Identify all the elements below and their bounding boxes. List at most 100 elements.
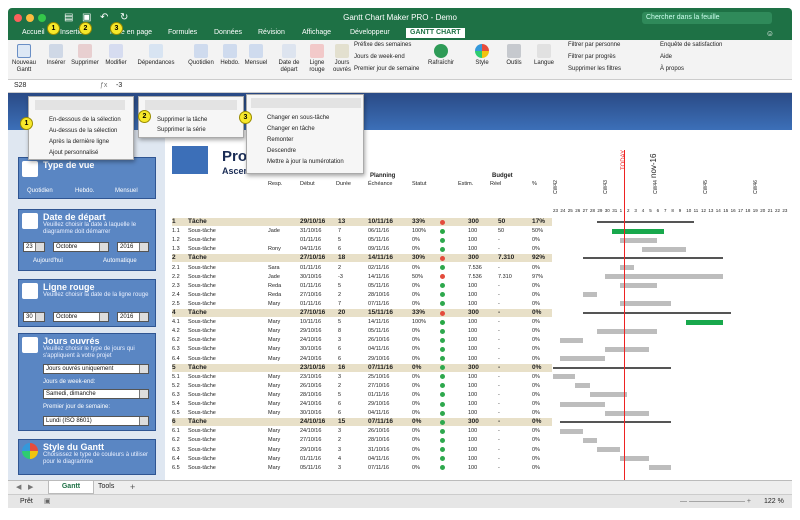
task-bar[interactable]: [553, 374, 576, 380]
red-line-year-select[interactable]: 2016: [117, 312, 149, 322]
insert-below-item[interactable]: En-dessous de la sélection: [49, 117, 121, 123]
start-month-select[interactable]: Octobre: [53, 242, 109, 252]
task-bar[interactable]: [686, 319, 724, 325]
monthly-view-button[interactable]: Mensuel: [242, 44, 270, 67]
task-bar[interactable]: [582, 437, 598, 443]
task-bar[interactable]: [582, 292, 598, 298]
subtask-row[interactable]: 6.1 Sous-tâche Mary 24/10/16 3 26/10/16 0% 100 -…: [172, 427, 552, 435]
delete-series-item[interactable]: Supprimer la série: [157, 127, 206, 133]
task-bar[interactable]: [641, 246, 687, 252]
start-day-select[interactable]: 23: [23, 242, 45, 252]
tab-formules[interactable]: Formules: [168, 29, 197, 36]
subtask-row[interactable]: 5.4 Sous-tâche Mary 24/10/16 6 29/10/16 0% 100 -…: [172, 400, 552, 408]
subtask-row[interactable]: 1.3 Sous-tâche Rony 04/11/16 6 09/11/16 0% 100 -…: [172, 245, 552, 253]
tab-affichage[interactable]: Affichage: [302, 29, 331, 36]
task-bar[interactable]: [604, 410, 650, 416]
red-line-month-select[interactable]: Octobre: [53, 312, 109, 322]
today-button[interactable]: Aujourd'hui: [33, 258, 63, 264]
move-up-item[interactable]: Remonter: [267, 137, 293, 143]
survey-link[interactable]: Enquête de satisfaction: [660, 42, 722, 48]
start-date-button[interactable]: Date de départ: [274, 44, 304, 74]
task-bar[interactable]: [560, 356, 605, 361]
insert-after-last-item[interactable]: Après la dernière ligne: [49, 139, 109, 145]
subtask-row[interactable]: 5.2 Sous-tâche Mary 26/10/16 2 27/10/16 0% 100 -…: [172, 382, 552, 390]
delete-task-item[interactable]: Supprimer la tâche: [157, 117, 207, 123]
insert-above-item[interactable]: Au-dessus de la sélection: [49, 128, 117, 134]
tab-revision[interactable]: Révision: [258, 29, 285, 36]
summary-bar[interactable]: [582, 312, 731, 314]
subtask-row[interactable]: 2.2 Sous-tâche Jade 30/10/16 -3 14/11/16 50% 7.…: [172, 273, 552, 281]
change-to-task-item[interactable]: Changer en tâche: [267, 126, 315, 132]
smiley-icon[interactable]: ☺: [766, 29, 774, 38]
macro-icon[interactable]: ▣: [44, 497, 51, 505]
prev-sheet-icon[interactable]: ◀: [16, 483, 21, 491]
summary-bar[interactable]: [560, 421, 672, 424]
daily-view-option[interactable]: Quotidien: [27, 188, 53, 194]
task-bar[interactable]: [649, 465, 672, 471]
modify-button[interactable]: Modifier: [102, 44, 130, 67]
week-prefix-menu[interactable]: Préfixe des semaines: [354, 42, 411, 48]
red-line-button[interactable]: Ligne rouge: [306, 44, 328, 74]
task-bar[interactable]: [619, 283, 657, 289]
task-row[interactable]: 2 Tâche 27/10/16 18 14/11/16 30% 300 7.310 92%: [172, 254, 552, 263]
subtask-row[interactable]: 2.1 Sous-tâche Sara 01/11/16 2 02/11/16 0% 7.53…: [172, 264, 552, 272]
help-link[interactable]: Aide: [660, 54, 672, 60]
task-bar[interactable]: [604, 346, 650, 352]
sheet-tab-tools[interactable]: Tools: [98, 483, 114, 490]
subtask-row[interactable]: 1.1 Sous-tâche Jade 31/10/16 7 06/11/16 100% 10…: [172, 227, 552, 235]
subtask-row[interactable]: 2.5 Sous-tâche Mary 01/11/16 7 07/11/16 0% 100 -…: [172, 300, 552, 308]
task-bar[interactable]: [604, 274, 724, 280]
task-bar[interactable]: [619, 237, 657, 243]
custom-insert-item[interactable]: Ajout personnalisé: [49, 150, 98, 156]
subtask-row[interactable]: 2.4 Sous-tâche Reda 27/10/16 2 28/10/16 0% 100 -…: [172, 291, 552, 299]
tab-accueil[interactable]: Accueil: [22, 29, 45, 36]
summary-bar[interactable]: [553, 366, 672, 369]
filter-progress-menu[interactable]: Filtrer par progrès: [568, 54, 616, 60]
language-button[interactable]: Langue: [532, 44, 556, 67]
first-weekday-menu[interactable]: Premier jour de semaine: [354, 66, 419, 72]
formula-input[interactable]: -3: [116, 82, 122, 89]
style-button[interactable]: Style: [470, 44, 494, 67]
tab-developpeur[interactable]: Développeur: [350, 29, 390, 36]
task-bar[interactable]: [597, 328, 657, 334]
subtask-row[interactable]: 6.3 Sous-tâche Mary 29/10/16 3 31/10/16 0% 100 -…: [172, 446, 552, 454]
subtask-row[interactable]: 6.5 Sous-tâche Mary 30/10/16 6 04/11/16 0% 100 -…: [172, 409, 552, 417]
about-link[interactable]: À propos: [660, 66, 684, 72]
insert-button[interactable]: Insérer: [44, 44, 68, 67]
new-gantt-button[interactable]: Nouveau Gantt: [12, 44, 36, 74]
task-bar[interactable]: [575, 383, 590, 389]
first-day-select[interactable]: Lundi (ISO 8601): [43, 416, 149, 426]
task-row[interactable]: 4 Tâche 27/10/16 20 15/11/16 33% 300 - 0%: [172, 309, 552, 317]
start-year-select[interactable]: 2016: [117, 242, 149, 252]
zoom-slider[interactable]: — ———————— +: [680, 498, 751, 505]
subtask-row[interactable]: 6.4 Sous-tâche Mary 01/11/16 4 04/11/16 0% 100 -…: [172, 455, 552, 463]
add-sheet-icon[interactable]: +: [130, 482, 135, 492]
remove-filters-button[interactable]: Supprimer les filtres: [568, 66, 621, 72]
working-days-button[interactable]: Jours ouvrés: [330, 44, 354, 74]
subtask-row[interactable]: 5.1 Sous-tâche Mary 23/10/16 3 25/10/16 0% 100 -…: [172, 373, 552, 381]
cell-reference[interactable]: S28: [14, 82, 26, 89]
subtask-row[interactable]: 2.3 Sous-tâche Reda 01/11/16 5 05/11/16 0% 100 -…: [172, 282, 552, 290]
move-down-item[interactable]: Descendre: [267, 148, 296, 154]
weekly-view-button[interactable]: Hebdo.: [216, 44, 244, 67]
next-sheet-icon[interactable]: ▶: [28, 483, 33, 491]
subtask-row[interactable]: 6.5 Sous-tâche Mary 05/11/16 3 07/11/16 0% 100 -…: [172, 464, 552, 472]
sheet-tab-gantt[interactable]: Gantt: [48, 481, 94, 494]
task-bar[interactable]: [619, 265, 635, 270]
summary-bar[interactable]: [582, 257, 724, 260]
weekend-select[interactable]: Samedi, dimanche: [43, 389, 149, 399]
tools-button[interactable]: Outils: [502, 44, 526, 67]
filter-person-menu[interactable]: Filtrer par personne: [568, 42, 620, 48]
task-row[interactable]: 1 Tâche 29/10/16 13 10/11/16 33% 300 50 17%: [172, 218, 552, 226]
task-row[interactable]: 5 Tâche 23/10/16 16 07/11/16 0% 300 - 0%: [172, 363, 552, 372]
search-input[interactable]: Chercher dans la feuille: [642, 12, 772, 24]
dependencies-button[interactable]: Dépendances: [134, 44, 178, 67]
subtask-row[interactable]: 4.1 Sous-tâche Mary 10/11/16 5 14/11/16 100% 10…: [172, 318, 552, 326]
subtask-row[interactable]: 6.4 Sous-tâche Mary 24/10/16 6 29/10/16 0% 100 -…: [172, 355, 552, 363]
task-bar[interactable]: [619, 301, 672, 307]
red-line-day-select[interactable]: 30: [23, 312, 45, 322]
task-bar[interactable]: [560, 428, 583, 434]
weekend-days-menu[interactable]: Jours de week-end: [354, 54, 405, 60]
weekly-view-option[interactable]: Hebdo.: [75, 188, 94, 194]
task-bar[interactable]: [597, 447, 620, 452]
